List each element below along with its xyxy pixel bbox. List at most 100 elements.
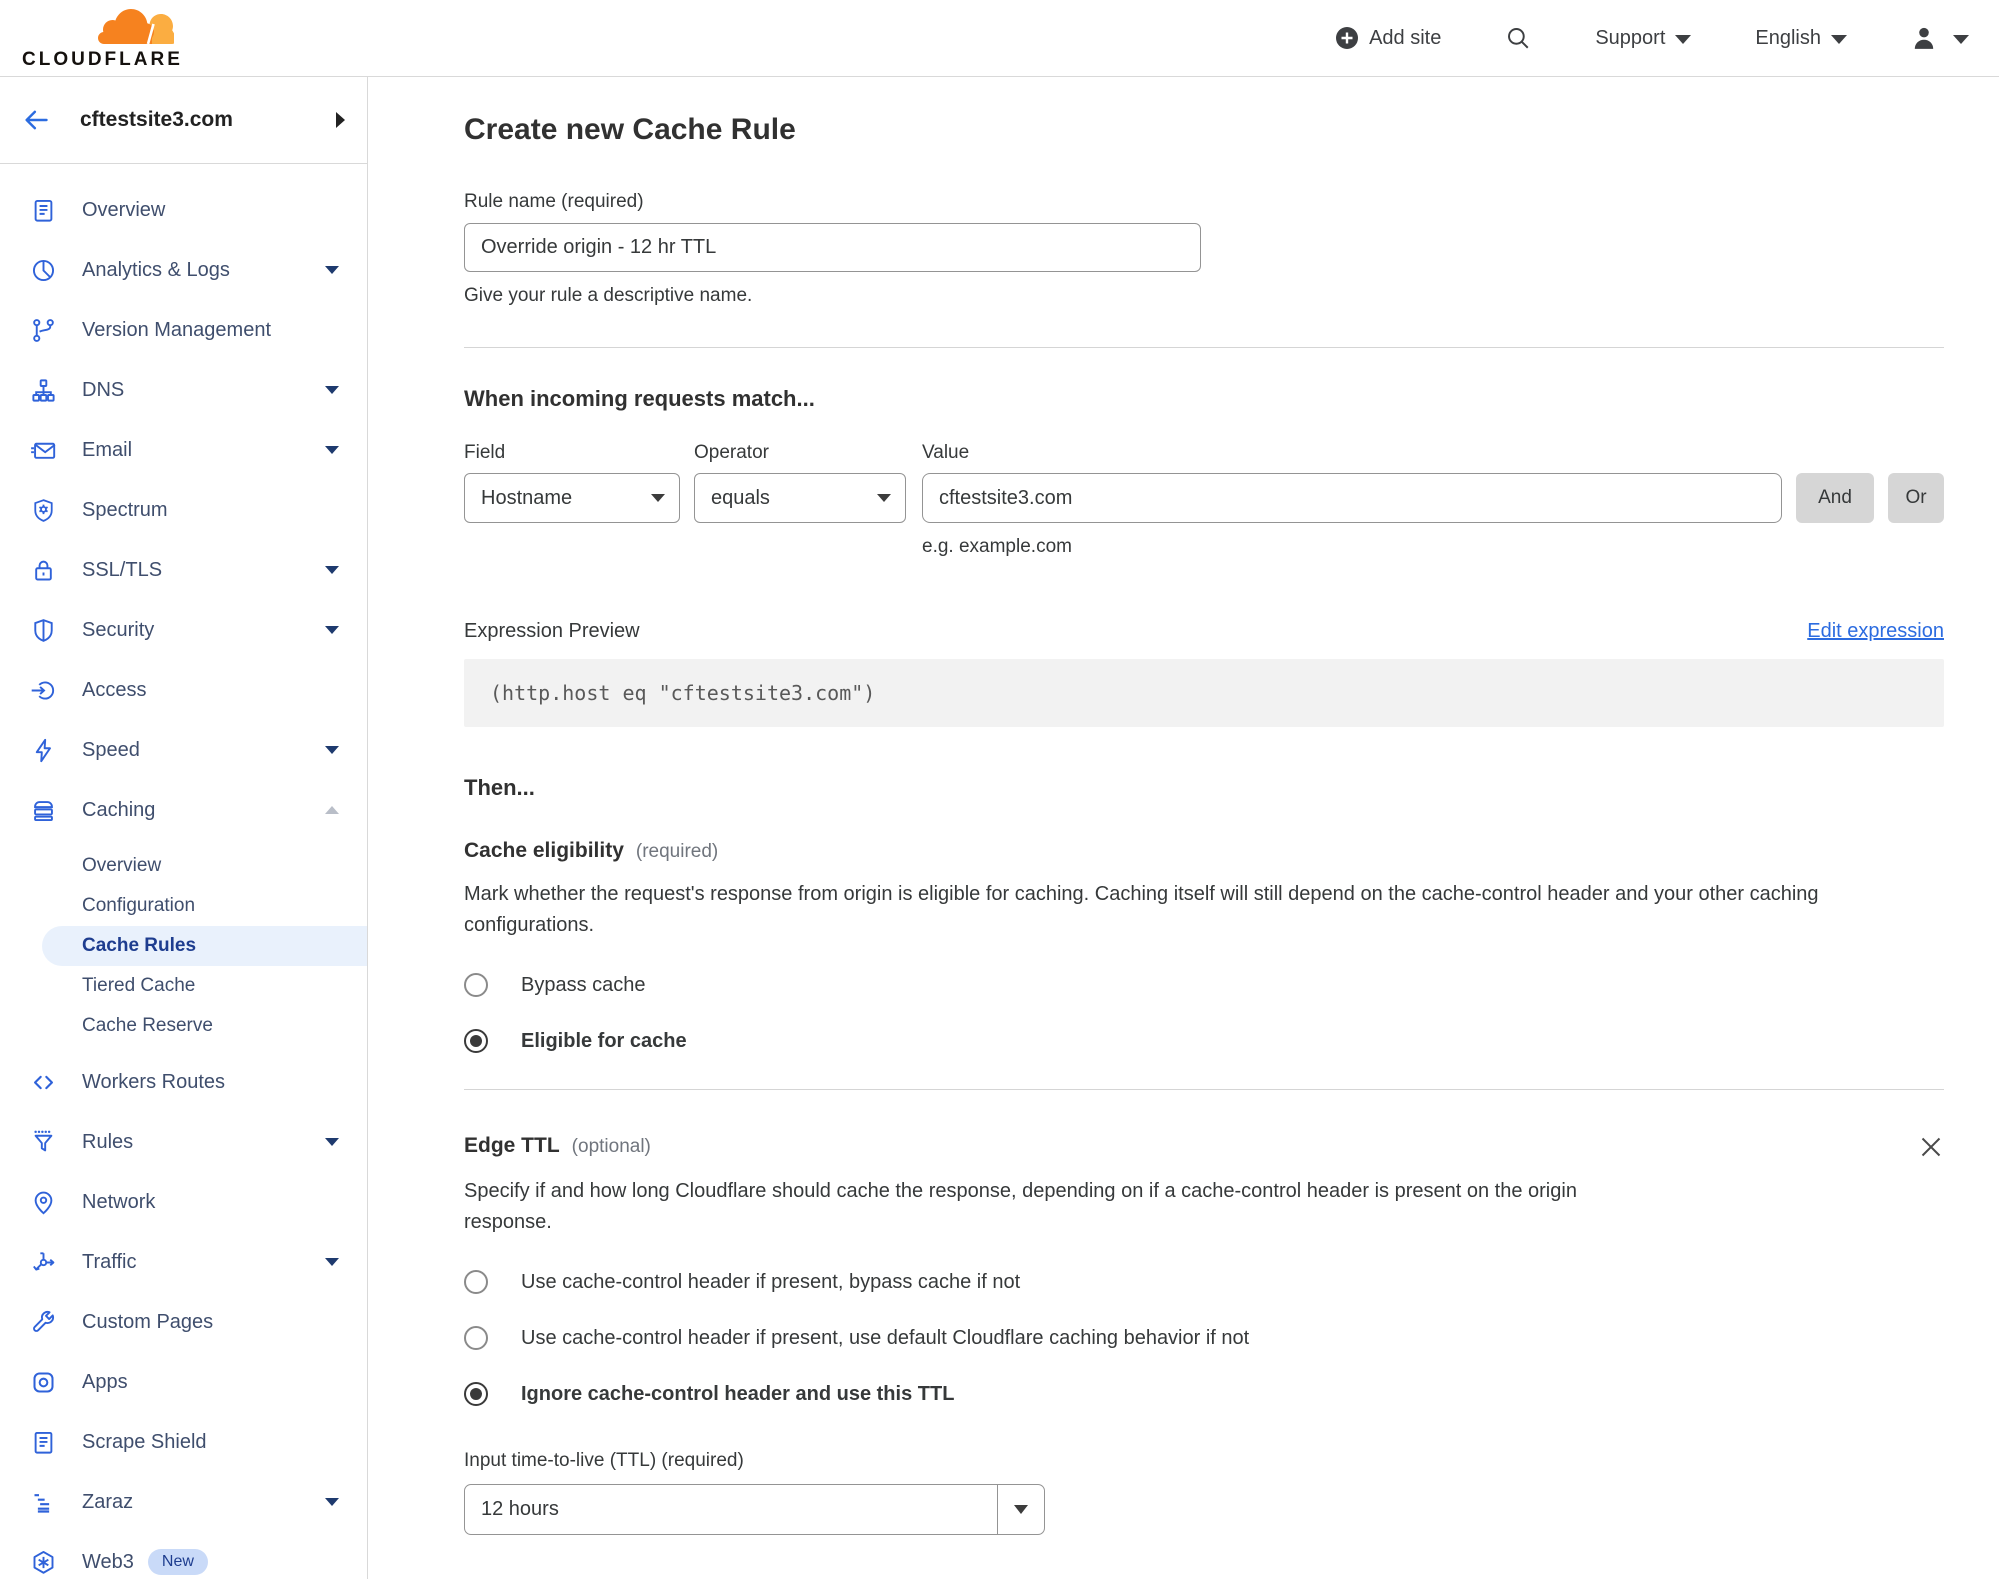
sidebar-item-apps[interactable]: Apps [0,1352,367,1412]
edge-ttl-close-icon[interactable] [1918,1134,1944,1160]
sidebar-item-web3[interactable]: Web3 New [0,1532,367,1579]
bypass-cache-radio[interactable]: Bypass cache [464,973,1944,997]
document-lines-icon [30,1429,57,1456]
chevron-down-icon [1953,34,1969,44]
shield-gear-icon [30,497,57,524]
git-branch-icon [30,317,57,344]
new-badge: New [147,1549,208,1575]
expression-preview-label: Expression Preview [464,620,640,642]
sidebar-item-scrape-shield[interactable]: Scrape Shield [0,1412,367,1472]
eligible-for-cache-radio[interactable]: Eligible for cache [464,1029,1944,1053]
chevron-down-icon [877,494,891,502]
then-heading: Then... [464,775,535,800]
chevron-down-icon [325,386,339,394]
sidebar-item-email[interactable]: Email [0,420,367,480]
support-menu[interactable]: Support [1595,27,1692,50]
sidebar-item-access[interactable]: Access [0,660,367,720]
chevron-down-icon [1675,34,1692,44]
sidebar-item-network[interactable]: Network [0,1172,367,1232]
pie-chart-icon [30,257,57,284]
subnav-item-cache-rules[interactable]: Cache Rules [42,926,367,966]
edge-ttl-option-ignore-radio[interactable]: Ignore cache-control header and use this… [464,1382,1944,1406]
caching-submenu: Overview Configuration Cache Rules Tiere… [0,840,367,1052]
sidebar-item-version-management[interactable]: Version Management [0,300,367,360]
code-brackets-icon [30,1069,57,1096]
sidebar-item-analytics-logs[interactable]: Analytics & Logs [0,240,367,300]
add-site-button[interactable]: Add site [1335,26,1441,50]
top-header: CLOUDFLARE Add site Support English [0,0,1999,77]
subnav-item-tiered-cache[interactable]: Tiered Cache [0,966,367,1006]
field-label: Field [464,442,506,463]
sidebar-item-zaraz[interactable]: Zaraz [0,1472,367,1532]
value-label: Value [922,442,970,463]
sidebar-item-caching[interactable]: Caching [0,780,367,840]
rule-name-input[interactable] [464,223,1201,272]
edge-ttl-heading: Edge TTL (optional) [464,1134,1944,1160]
operator-select[interactable]: equals [694,473,906,523]
sidebar-item-custom-pages[interactable]: Custom Pages [0,1292,367,1352]
language-menu[interactable]: English [1755,27,1847,50]
rule-name-label: Rule name (required) [464,191,644,212]
back-arrow-icon[interactable] [22,106,50,134]
cache-eligibility-description: Mark whether the request's response from… [464,883,1819,936]
lock-icon [30,557,57,584]
subnav-item-overview[interactable]: Overview [0,846,367,886]
network-tree-icon [30,377,57,404]
user-icon [1914,27,1934,49]
sidebar-item-ssl-tls[interactable]: SSL/TLS [0,540,367,600]
expression-preview-block: (http.host eq "cftestsite3.com") [464,659,1944,727]
ttl-select[interactable]: 12 hours [464,1484,1045,1535]
search-icon[interactable] [1505,25,1531,51]
sidebar-item-workers-routes[interactable]: Workers Routes [0,1052,367,1112]
main-content: Create new Cache Rule Rule name (require… [368,77,1999,1579]
chevron-down-icon [325,446,339,454]
chevron-down-icon [325,746,339,754]
account-menu[interactable] [1911,25,1969,51]
sidebar-item-rules[interactable]: Rules [0,1112,367,1172]
edge-ttl-option-bypass-radio[interactable]: Use cache-control header if present, byp… [464,1270,1944,1294]
chevron-down-icon [325,1498,339,1506]
or-button[interactable]: Or [1888,473,1944,523]
subnav-item-configuration[interactable]: Configuration [0,886,367,926]
sidebar-item-dns[interactable]: DNS [0,360,367,420]
cloudflare-wordmark: CLOUDFLARE [22,48,183,70]
section-divider [464,1089,1944,1090]
value-input[interactable] [922,473,1782,523]
field-select[interactable]: Hostname [464,473,680,523]
radio-icon[interactable] [464,1326,488,1350]
radio-icon[interactable] [464,1029,488,1053]
operator-label: Operator [694,442,769,463]
stacked-bars-icon [30,1489,57,1516]
envelope-icon [30,437,57,464]
radio-icon[interactable] [464,1382,488,1406]
chevron-down-icon [325,626,339,634]
rule-name-help: Give your rule a descriptive name. [464,285,753,306]
sidebar-item-overview[interactable]: Overview [0,180,367,240]
chevron-up-icon [325,806,339,814]
chevron-down-icon [651,494,665,502]
match-heading: When incoming requests match... [464,386,815,411]
value-help-text: e.g. example.com [922,536,1072,557]
sidebar-item-speed[interactable]: Speed [0,720,367,780]
radio-icon[interactable] [464,1270,488,1294]
sidebar-item-traffic[interactable]: Traffic [0,1232,367,1292]
ttl-select-button[interactable] [997,1485,1044,1534]
subnav-item-cache-reserve[interactable]: Cache Reserve [0,1006,367,1046]
sidebar-item-security[interactable]: Security [0,600,367,660]
edge-ttl-option-default-radio[interactable]: Use cache-control header if present, use… [464,1326,1944,1350]
ttl-input-label: Input time-to-live (TTL) (required) [464,1450,744,1471]
site-switcher[interactable]: cftestsite3.com [0,77,367,164]
chevron-right-icon[interactable] [336,112,345,128]
radio-icon[interactable] [464,973,488,997]
web3-cube-icon [30,1549,57,1576]
and-button[interactable]: And [1796,473,1874,523]
sidebar: cftestsite3.com Overview Analytics & Log… [0,77,368,1579]
chevron-down-icon [325,1258,339,1266]
edit-expression-link[interactable]: Edit expression [1807,620,1944,643]
map-pin-icon [30,1189,57,1216]
cloudflare-logo[interactable]: CLOUDFLARE [22,6,183,71]
chevron-down-icon [325,266,339,274]
chevron-down-icon [1014,1505,1028,1514]
sidebar-item-spectrum[interactable]: Spectrum [0,480,367,540]
cloudflare-cloud-icon [98,8,174,44]
